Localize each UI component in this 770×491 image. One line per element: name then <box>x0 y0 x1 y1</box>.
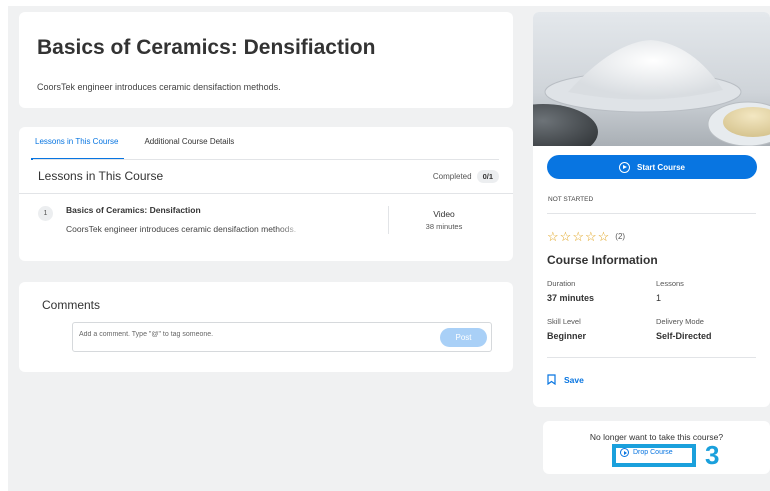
info-divider <box>547 357 756 358</box>
comment-box: Post <box>72 322 492 352</box>
annotation-highlight-box <box>612 444 696 467</box>
lessons-header: Lessons in This Course <box>38 169 164 183</box>
star-icon: ☆ <box>572 229 584 244</box>
duration-value: 37 minutes <box>547 293 595 303</box>
lesson-title[interactable]: Basics of Ceramics: Densifaction <box>66 205 201 215</box>
save-label: Save <box>564 374 584 385</box>
course-hero-image <box>533 12 770 146</box>
course-sidebar-card: Start Course NOT STARTED ☆ ☆ ☆ ☆ ☆ (2) C… <box>533 12 770 407</box>
lesson-type: Video <box>433 209 455 219</box>
course-title: Basics of Ceramics: Densifiaction <box>37 36 376 59</box>
duration-label: Duration <box>547 279 576 288</box>
delivery-mode-value: Self-Directed <box>656 331 712 341</box>
save-button[interactable]: Save <box>547 374 584 385</box>
lessons-divider <box>19 193 513 194</box>
lessons-count-value: 1 <box>656 293 662 303</box>
lesson-column-divider <box>388 206 389 234</box>
status-divider <box>547 213 756 214</box>
lesson-number-badge: 1 <box>38 206 53 221</box>
start-course-button[interactable]: Start Course <box>547 155 757 179</box>
skill-level-value: Beginner <box>547 331 587 341</box>
star-icon: ☆ <box>584 229 597 244</box>
lessons-count-label: Lessons <box>656 279 684 288</box>
completed-count-badge: 0/1 <box>476 170 499 183</box>
comments-card: Comments Post <box>19 282 513 372</box>
play-circle-icon <box>618 161 630 173</box>
rating[interactable]: ☆ ☆ ☆ ☆ ☆ (2) <box>547 230 625 243</box>
star-icon: ☆ <box>597 229 610 244</box>
completed-indicator: Completed 0/1 <box>433 170 499 183</box>
lesson-description: CoorsTek engineer introduces ceramic den… <box>66 224 297 234</box>
course-information-title: Course Information <box>547 253 658 267</box>
star-icon: ☆ <box>547 229 559 244</box>
tab-lessons[interactable]: Lessons in This Course <box>30 137 125 160</box>
comments-header: Comments <box>42 298 101 312</box>
tab-additional-details[interactable]: Additional Course Details <box>142 137 236 159</box>
tabs-divider <box>33 159 499 160</box>
skill-level-label: Skill Level <box>547 317 581 326</box>
delivery-mode-label: Delivery Mode <box>656 317 704 326</box>
start-course-label: Start Course <box>636 162 685 172</box>
bookmark-icon <box>547 374 556 385</box>
course-header-card: Basics of Ceramics: Densifiaction CoorsT… <box>19 12 513 108</box>
status-badge: NOT STARTED <box>548 196 594 203</box>
drop-course-question: No longer want to take this course? <box>589 432 724 442</box>
lesson-duration: 38 minutes <box>425 222 463 231</box>
annotation-number: 3 <box>705 440 720 470</box>
star-icon: ☆ <box>559 229 572 244</box>
course-tabs: Lessons in This Course Additional Course… <box>30 137 236 160</box>
post-button[interactable]: Post <box>440 328 487 347</box>
rating-count: (2) <box>615 232 626 241</box>
lessons-card: Lessons in This Course Additional Course… <box>19 127 513 261</box>
comment-input[interactable] <box>79 331 419 338</box>
course-subtitle: CoorsTek engineer introduces ceramic den… <box>37 82 281 92</box>
completed-label: Completed <box>432 172 472 181</box>
